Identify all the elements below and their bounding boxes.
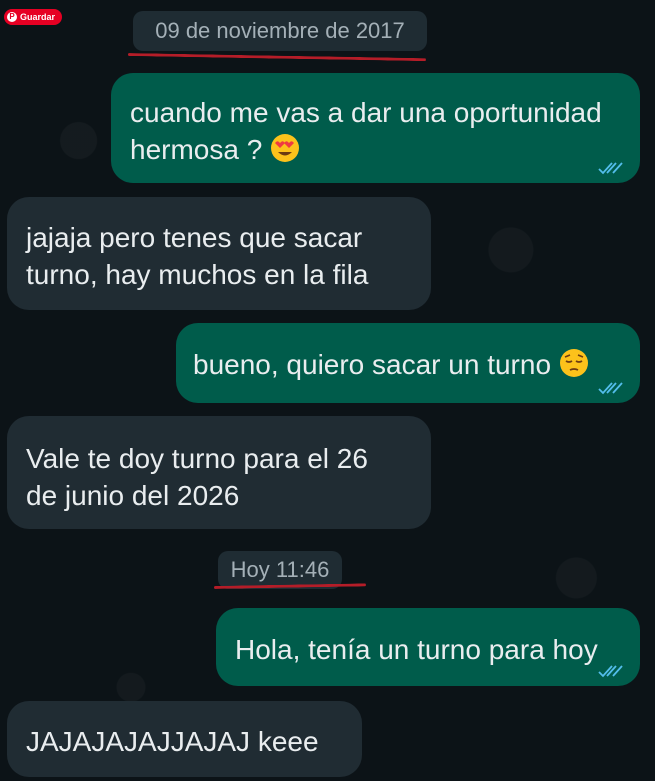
message-text-line: turno, hay muchos en la fila (26, 259, 369, 290)
pinterest-icon: P (7, 12, 17, 22)
message-text-line: hermosa ? (130, 131, 620, 168)
message-incoming[interactable]: JAJAJAJAJJAJAJ keee (7, 701, 362, 777)
save-button-label: Guardar (20, 12, 56, 22)
message-text-line: cuando me vas a dar una oportunidad (130, 97, 602, 128)
date-separator-label: Hoy 11:46 (230, 557, 330, 582)
message-outgoing[interactable]: bueno, quiero sacar un turno (176, 323, 640, 403)
message-incoming[interactable]: Vale te doy turno para el 26 de junio de… (7, 416, 431, 529)
date-separator: 09 de noviembre de 2017 (133, 11, 427, 51)
read-receipt-icon (598, 665, 623, 678)
message-outgoing[interactable]: cuando me vas a dar una oportunidad herm… (111, 73, 640, 183)
message-text-line: jajaja pero tenes que sacar (26, 222, 363, 253)
read-receipt-icon (598, 382, 623, 395)
read-receipt-icon (598, 162, 623, 175)
message-text-line: bueno, quiero sacar un turno (193, 346, 620, 383)
pinterest-save-button[interactable]: P Guardar (4, 9, 63, 25)
message-text-line: JAJAJAJAJJAJAJ keee (26, 726, 319, 757)
message-text-line: Hola, tenía un turno para hoy (235, 634, 598, 665)
message-outgoing[interactable]: Hola, tenía un turno para hoy (216, 608, 640, 686)
pensive-emoji (559, 349, 588, 377)
date-separator-label: 09 de noviembre de 2017 (155, 18, 405, 43)
heart-eyes-emoji (271, 134, 300, 162)
message-incoming[interactable]: jajaja pero tenes que sacar turno, hay m… (7, 197, 431, 310)
message-text-line: de junio del 2026 (26, 480, 240, 511)
message-text-line: Vale te doy turno para el 26 (26, 443, 368, 474)
